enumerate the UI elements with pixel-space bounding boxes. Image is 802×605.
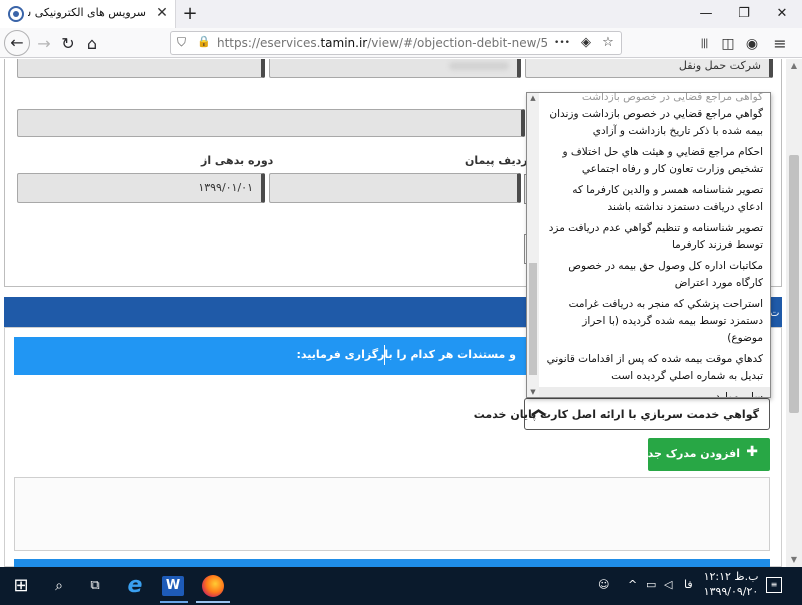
- navigation-toolbar: ← → ↻ ⌂ ⛉ 🔒 https://eservices.tamin.ir/v…: [0, 28, 802, 58]
- start-windows-icon[interactable]: ⊞: [8, 573, 34, 599]
- dropdown-option[interactable]: مکاتبات اداره کل وصول حق بيمه در خصوص کا…: [539, 256, 770, 294]
- forward-icon[interactable]: →: [32, 32, 56, 56]
- dropdown-scrollbar[interactable]: ▲ ▼: [527, 93, 539, 397]
- restore-button[interactable]: ❐: [734, 4, 754, 24]
- firefox-logo: [202, 575, 224, 597]
- word-icon[interactable]: W: [160, 573, 186, 599]
- task-view-icon[interactable]: ⧉: [82, 573, 108, 599]
- internet-explorer-icon[interactable]: e: [122, 573, 148, 599]
- back-icon[interactable]: ←: [4, 30, 30, 56]
- dropdown-options: گواهی مراجع قضایی در خصوص بازداشت گواهي …: [539, 93, 770, 397]
- notifications-icon[interactable]: ≡: [766, 577, 782, 593]
- document-type-select[interactable]: گواهي خدمت سربازي با ارائه اصل کارت پایا…: [474, 398, 770, 430]
- pocket-icon[interactable]: ◈: [577, 34, 595, 52]
- sidebar-icon[interactable]: ◫: [718, 34, 738, 54]
- menu-icon[interactable]: ≡: [770, 34, 790, 54]
- dropdown-option[interactable]: کدهاي موقت بيمه شده که پس از اقدامات قان…: [539, 349, 770, 387]
- chevron-down-icon[interactable]: ❯: [531, 407, 547, 419]
- show-hidden-icons-chevron-icon[interactable]: ^: [628, 578, 637, 591]
- clock-date[interactable]: ۱۳۹۹/۰۹/۲۰: [700, 585, 762, 598]
- people-icon[interactable]: ☺: [598, 578, 609, 591]
- library-icon[interactable]: |||: [694, 34, 714, 54]
- redacted-value: [449, 62, 509, 70]
- close-window-button[interactable]: ✕: [772, 4, 792, 24]
- uploaded-documents-area: [14, 477, 770, 551]
- selected-document-type: گواهي خدمت سربازي با ارائه اصل کارت پایا…: [473, 408, 759, 421]
- browser-tab[interactable]: سرویس های الکترونیکی سازمان تأ ✕: [0, 0, 176, 28]
- footer-bar: [14, 559, 770, 567]
- dropdown-scroll-down-icon[interactable]: ▼: [527, 387, 539, 397]
- field-contract-row: [269, 173, 521, 203]
- instructions-text: و مستندات هر کدام را بارگزاری فرمایید:: [296, 348, 516, 361]
- firefox-icon[interactable]: [198, 573, 228, 599]
- network-icon[interactable]: ▭: [646, 578, 656, 591]
- scroll-down-arrow-icon[interactable]: ▼: [786, 553, 802, 567]
- dropdown-option[interactable]: استراحت پزشکي که منجر به دريافت غرامت دس…: [539, 294, 770, 349]
- dropdown-scroll-thumb[interactable]: [529, 263, 537, 375]
- page-scrollbar[interactable]: ▲ ▼: [786, 59, 802, 567]
- search-icon[interactable]: ⌕: [46, 573, 72, 599]
- tracking-shield-icon[interactable]: ⛉: [177, 35, 191, 51]
- dropdown-option[interactable]: گواهي مراجع قضايي در خصوص بازداشت وزندان…: [539, 104, 770, 142]
- account-icon[interactable]: ◉: [742, 34, 762, 54]
- clock-time[interactable]: ب.ظ ۱۲:۱۲: [700, 570, 762, 583]
- field-wide: [17, 109, 525, 137]
- section-header-title: ت: [770, 308, 780, 319]
- text-cursor: [384, 345, 385, 365]
- add-document-label: افزودن مدرک جدید: [637, 447, 740, 460]
- dropdown-scroll-up-icon[interactable]: ▲: [527, 93, 539, 103]
- tab-title: سرویس های الکترونیکی سازمان تأ: [28, 6, 146, 19]
- bookmark-star-icon[interactable]: ☆: [599, 34, 617, 52]
- firefox-active-indicator: [196, 601, 230, 603]
- scroll-up-arrow-icon[interactable]: ▲: [786, 59, 802, 73]
- address-bar[interactable]: ⛉ 🔒 https://eservices.tamin.ir/view/#/ob…: [170, 31, 622, 55]
- field-row1-c: شرکت حمل ونقل: [525, 59, 773, 78]
- field-row1-b: [269, 59, 521, 78]
- plus-icon: ✚: [746, 444, 758, 460]
- dropdown-option[interactable]: احکام مراجع قضايي و هيئت هاي حل اختلاف و…: [539, 142, 770, 180]
- field-row1-a: [17, 59, 265, 78]
- reload-icon[interactable]: ↻: [56, 32, 80, 56]
- tab-strip: سرویس های الکترونیکی سازمان تأ ✕ + — ❐ ✕: [0, 0, 802, 28]
- field-debt-period: ۱۳۹۹/۰۱/۰۱: [17, 173, 265, 203]
- close-tab-icon[interactable]: ✕: [154, 5, 170, 21]
- add-document-button[interactable]: ✚ افزودن مدرک جدید: [637, 438, 770, 471]
- label-debt-period: دوره بدهی از: [201, 154, 274, 167]
- lock-icon[interactable]: 🔒: [197, 35, 211, 51]
- document-type-dropdown[interactable]: ▲ ▼ گواهی مراجع قضایی در خصوص بازداشت گو…: [526, 92, 771, 398]
- new-tab-button[interactable]: +: [180, 4, 200, 24]
- scroll-thumb[interactable]: [789, 155, 799, 413]
- dropdown-option[interactable]: تصوير شناسنامه و تنظيم گواهي عدم دريافت …: [539, 218, 770, 256]
- windows-taskbar: ⊞ ⌕ ⧉ e W ☺ ^ ▭ ◁ فا ب.ظ ۱۲:۱۲ ۱۳۹۹/۰۹/۲…: [0, 567, 802, 605]
- volume-icon[interactable]: ◁: [664, 578, 672, 591]
- dropdown-option[interactable]: گواهی مراجع قضایی در خصوص بازداشت: [539, 93, 770, 104]
- word-letter: W: [162, 576, 184, 596]
- url-text[interactable]: https://eservices.tamin.ir/view/#/object…: [217, 36, 547, 52]
- word-active-indicator: [160, 601, 188, 603]
- minimize-button[interactable]: —: [696, 4, 716, 24]
- page-actions-icon[interactable]: •••: [553, 34, 571, 52]
- home-icon[interactable]: ⌂: [80, 32, 104, 56]
- dropdown-option[interactable]: تصوير شناسنامه همسر و والدين کارفرما که …: [539, 180, 770, 218]
- dropdown-option-highlighted[interactable]: ساير موارد: [539, 387, 770, 397]
- site-favicon-icon: [8, 6, 24, 22]
- label-contract-row: ردیف پیمان: [465, 154, 528, 167]
- input-language[interactable]: فا: [684, 578, 693, 591]
